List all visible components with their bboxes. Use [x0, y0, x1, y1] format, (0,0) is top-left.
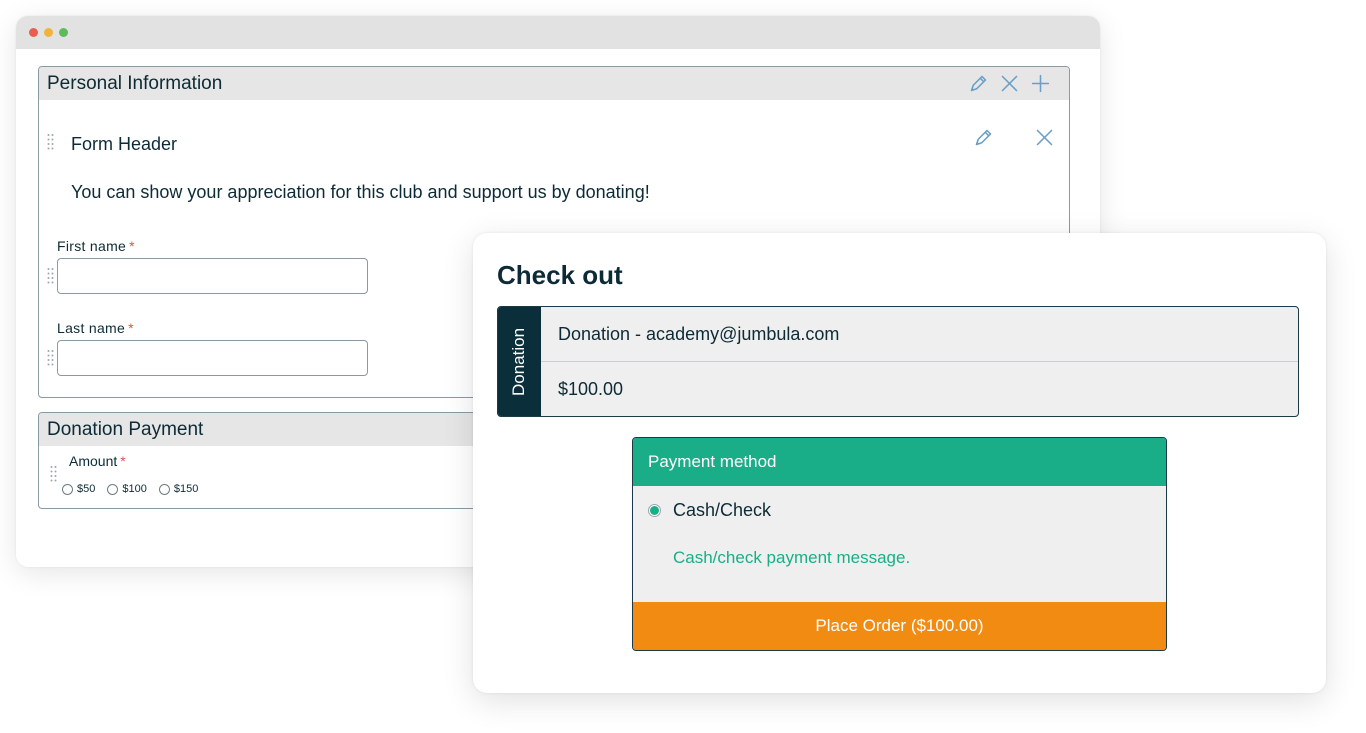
- payment-option-cash-check[interactable]: Cash/Check: [648, 500, 771, 521]
- cart-summary: Donation Donation - academy@jumbula.com …: [497, 306, 1299, 417]
- place-order-button[interactable]: Place Order ($100.00): [633, 602, 1166, 650]
- plus-icon[interactable]: [1030, 73, 1051, 94]
- first-name-label: First name *: [57, 238, 135, 254]
- window-titlebar: [16, 16, 1100, 49]
- pencil-icon[interactable]: [968, 73, 989, 94]
- cart-item-price: $100.00: [558, 379, 624, 399]
- section-header: Personal Information: [39, 67, 1069, 100]
- radio-selected-icon[interactable]: [648, 504, 661, 517]
- payment-method-box: Payment method Cash/Check Cash/check pay…: [632, 437, 1167, 651]
- section-actions: [968, 73, 1051, 94]
- form-header-title: Form Header: [71, 134, 178, 154]
- amount-option-label: $150: [173, 483, 199, 495]
- first-name-label-text: First name: [57, 238, 127, 254]
- last-name-input[interactable]: [57, 340, 368, 376]
- payment-option-label: Cash/Check: [673, 500, 772, 520]
- close-window-dot[interactable]: [29, 28, 38, 37]
- form-header-text: You can show your appreciation for this …: [71, 182, 650, 202]
- radio-icon[interactable]: [62, 483, 73, 495]
- amount-option-150[interactable]: $150: [158, 483, 199, 495]
- amount-options: $50 $100 $150: [62, 483, 198, 495]
- amount-option-50[interactable]: $50: [62, 483, 95, 495]
- payment-message: Cash/check payment message.: [673, 548, 911, 567]
- required-mark: *: [129, 238, 135, 254]
- close-icon[interactable]: [1034, 127, 1055, 148]
- payment-method-header: Payment method: [633, 438, 1166, 486]
- drag-handle-icon[interactable]: [47, 133, 54, 151]
- checkout-panel: Check out Donation Donation - academy@ju…: [473, 233, 1326, 693]
- cart-category-tag: Donation: [498, 307, 541, 416]
- required-mark: *: [128, 320, 134, 336]
- last-name-label: Last name *: [57, 320, 134, 336]
- amount-label-text: Amount: [69, 453, 118, 469]
- required-mark: *: [120, 453, 126, 469]
- last-name-label-text: Last name: [57, 320, 126, 336]
- amount-option-label: $50: [77, 483, 96, 495]
- minimize-window-dot[interactable]: [44, 28, 53, 37]
- drag-handle-icon[interactable]: [47, 267, 54, 285]
- cart-category-label: Donation: [509, 327, 529, 396]
- section-title: Donation Payment: [47, 418, 204, 440]
- cart-item-description: Donation - academy@jumbula.com: [541, 307, 1298, 362]
- section-title: Personal Information: [47, 72, 223, 94]
- checkout-title: Check out: [497, 260, 623, 290]
- drag-handle-icon[interactable]: [47, 349, 54, 367]
- form-header-actions: [973, 127, 1055, 148]
- radio-icon[interactable]: [107, 483, 119, 495]
- pencil-icon[interactable]: [973, 127, 994, 148]
- radio-icon[interactable]: [158, 483, 170, 495]
- close-icon[interactable]: [999, 73, 1020, 94]
- first-name-input[interactable]: [57, 258, 368, 294]
- maximize-window-dot[interactable]: [59, 28, 68, 37]
- amount-option-label: $100: [122, 483, 147, 495]
- amount-label: Amount *: [69, 453, 126, 469]
- drag-handle-icon[interactable]: [50, 465, 57, 483]
- amount-option-100[interactable]: $100: [107, 483, 147, 495]
